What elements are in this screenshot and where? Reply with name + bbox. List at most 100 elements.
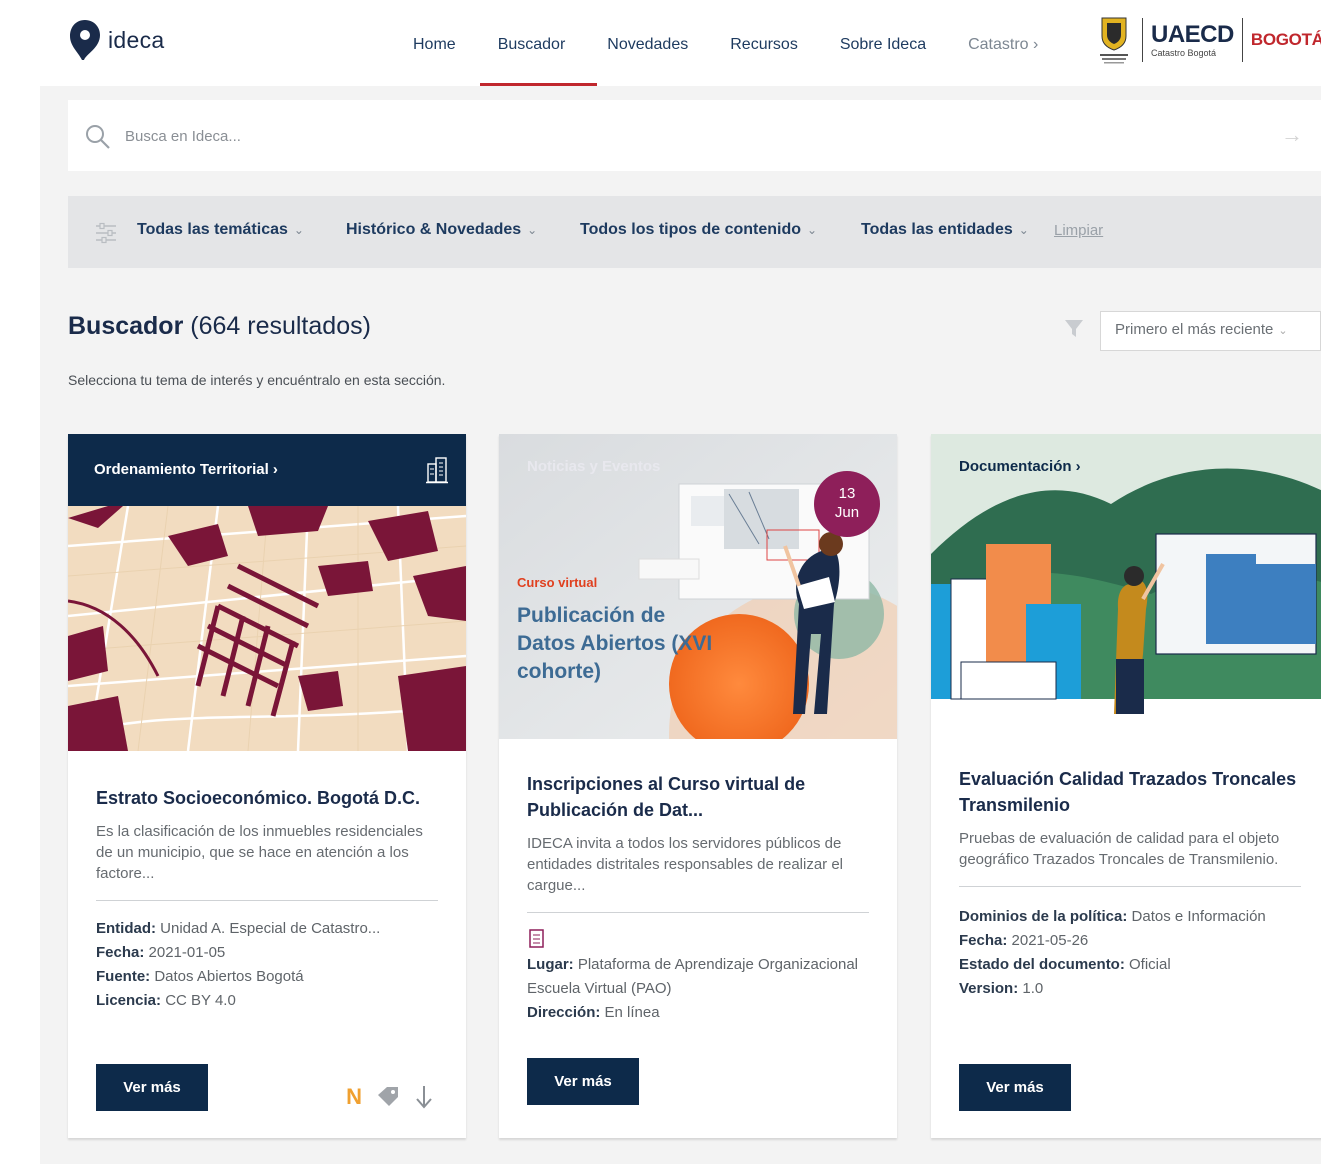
card-description: IDECA invita a todos los servidores públ… xyxy=(527,835,844,894)
result-card: Ordenamiento Territorial › Estrato Socio… xyxy=(68,434,466,1138)
meta-value: 2021-05-26 xyxy=(1011,932,1089,949)
results-count: (664 resultados) xyxy=(190,312,371,340)
meta-row: Dirección: En línea xyxy=(527,1001,869,1025)
meta-key: Estado del documento: xyxy=(959,956,1125,973)
document-icon xyxy=(529,929,544,948)
ideca-logo[interactable]: ideca xyxy=(68,18,164,62)
download-icon[interactable] xyxy=(414,1084,434,1110)
new-badge: N xyxy=(346,1084,362,1109)
card-title[interactable]: Evaluación Calidad Trazados Troncales Tr… xyxy=(959,766,1301,818)
meta-value: Unidad A. Especial de Catastro... xyxy=(160,920,381,937)
meta-value: Datos e Información xyxy=(1131,908,1266,925)
chevron-down-icon: ⌄ xyxy=(527,223,538,237)
card-category-link[interactable]: Ordenamiento Territorial › xyxy=(94,461,278,478)
page-title-main: Buscador xyxy=(68,312,184,340)
meta-value: CC BY 4.0 xyxy=(165,992,236,1009)
nav-recursos[interactable]: Recursos xyxy=(709,0,819,86)
card-divider xyxy=(96,900,438,901)
uaecd-subtitle: Catastro Bogotá xyxy=(1151,47,1217,58)
filter-historico-label: Histórico & Novedades xyxy=(346,221,522,238)
filter-tipos-label: Todos los tipos de contenido xyxy=(580,221,802,238)
ver-mas-button[interactable]: Ver más xyxy=(959,1064,1071,1111)
event-date-day: 13 xyxy=(838,485,856,502)
chevron-down-icon: ⌄ xyxy=(1018,223,1029,237)
nav-home[interactable]: Home xyxy=(392,0,477,86)
filter-sliders-icon xyxy=(96,222,116,244)
card-meta: Dominios de la política: Datos e Informa… xyxy=(959,905,1301,1001)
card-body: Inscripciones al Curso virtual de Public… xyxy=(527,771,869,1025)
top-header: ideca Home Buscador Novedades Recursos S… xyxy=(0,0,1321,86)
nav-novedades[interactable]: Novedades xyxy=(586,0,709,86)
main-nav: Home Buscador Novedades Recursos Sobre I… xyxy=(392,0,1059,86)
meta-value: 2021-01-05 xyxy=(148,944,226,961)
meta-row: Lugar: Plataforma de Aprendizaje Organiz… xyxy=(527,953,869,1001)
meta-row: Fecha: 2021-05-26 xyxy=(959,929,1301,953)
filter-entidades[interactable]: Todas las entidades ⌄ xyxy=(861,221,1029,239)
logo-divider xyxy=(1142,18,1143,62)
meta-key: Dominios de la política: xyxy=(959,908,1128,925)
page-title: Buscador (664 resultados) xyxy=(68,312,371,341)
meta-row: Entidad: Unidad A. Especial de Catastro.… xyxy=(96,917,438,941)
meta-key: Licencia: xyxy=(96,992,162,1009)
meta-key: Lugar: xyxy=(527,956,574,973)
card-category-label[interactable]: Noticias y Eventos xyxy=(527,458,660,475)
nav-sobre-ideca[interactable]: Sobre Ideca xyxy=(819,0,947,86)
filter-tipos-contenido[interactable]: Todos los tipos de contenido ⌄ xyxy=(580,221,817,239)
meta-key: Fecha: xyxy=(959,932,1008,949)
filter-tematicas[interactable]: Todas las temáticas ⌄ xyxy=(137,221,304,239)
card-actions: N xyxy=(346,1084,434,1110)
chevron-down-icon: ⌄ xyxy=(293,223,304,237)
meta-key: Fecha: xyxy=(96,944,145,961)
sort-select[interactable]: Primero el más reciente ⌄ xyxy=(1100,311,1321,351)
card-meta: Entidad: Unidad A. Especial de Catastro.… xyxy=(96,917,438,1013)
sort-select-value: Primero el más reciente xyxy=(1115,321,1274,338)
search-input[interactable] xyxy=(123,118,1227,154)
card-divider xyxy=(527,912,869,913)
coat-of-arms-icon xyxy=(1100,17,1128,64)
result-card: Documentación › Evaluación Calidad Traza… xyxy=(931,434,1321,1138)
search-submit-arrow-icon[interactable]: → xyxy=(1281,122,1303,148)
banner-course-type: Curso virtual xyxy=(517,575,598,590)
meta-value: En línea xyxy=(604,1004,660,1021)
documentation-illustration xyxy=(931,434,1321,739)
page-subtitle: Selecciona tu tema de interés y encuéntr… xyxy=(68,372,446,388)
ver-mas-button[interactable]: Ver más xyxy=(96,1064,208,1111)
tag-icon[interactable] xyxy=(376,1086,400,1108)
card-category-link[interactable]: Documentación › xyxy=(959,458,1081,475)
clear-filters-link[interactable]: Limpiar xyxy=(1054,222,1103,239)
meta-value: 1.0 xyxy=(1022,980,1044,997)
filter-entidades-label: Todas las entidades xyxy=(861,221,1013,238)
card-description: Pruebas de evaluación de calidad para el… xyxy=(959,830,1280,868)
meta-key: Version: xyxy=(959,980,1019,997)
card-body: Estrato Socioeconómico. Bogotá D.C. Es l… xyxy=(96,785,438,1013)
bogota-logo[interactable]: BOGOTÁ xyxy=(1251,30,1321,50)
main-content: → Todas las temáticas ⌄ Histórico & Noved… xyxy=(40,86,1321,1164)
meta-row: Fecha: 2021-01-05 xyxy=(96,941,438,965)
nav-catastro[interactable]: Catastro › xyxy=(947,0,1059,86)
meta-row: Estado del documento: Oficial xyxy=(959,953,1301,977)
card-description: Es la clasificación de los inmuebles res… xyxy=(96,823,423,882)
uaecd-logo[interactable]: UAECD Catastro Bogotá xyxy=(1151,22,1234,58)
meta-key: Fuente: xyxy=(96,968,151,985)
result-card: Noticias y Eventos 13 Jun Curso virtual … xyxy=(499,434,897,1138)
chevron-down-icon: ⌄ xyxy=(807,223,818,237)
chevron-down-icon: ⌄ xyxy=(1278,325,1288,337)
meta-row: Dominios de la política: Datos e Informa… xyxy=(959,905,1301,929)
search-icon xyxy=(86,125,110,149)
card-title[interactable]: Inscripciones al Curso virtual de Public… xyxy=(527,771,869,823)
nav-buscador[interactable]: Buscador xyxy=(477,0,587,86)
logo-divider-2 xyxy=(1241,18,1243,62)
meta-value: Datos Abiertos Bogotá xyxy=(154,968,304,985)
card-title[interactable]: Estrato Socioeconómico. Bogotá D.C. xyxy=(96,785,438,811)
meta-value: Oficial xyxy=(1129,956,1171,973)
meta-value: Plataforma de Aprendizaje Organizacional… xyxy=(527,956,859,997)
funnel-icon[interactable] xyxy=(1064,319,1084,339)
event-date-badge: 13 Jun xyxy=(814,471,880,537)
ver-mas-button[interactable]: Ver más xyxy=(527,1058,639,1105)
building-icon xyxy=(426,457,448,484)
card-category-bar: Ordenamiento Territorial › xyxy=(68,434,466,506)
banner-course-title: Publicación de Datos Abiertos (XVI cohor… xyxy=(517,604,713,683)
filter-historico[interactable]: Histórico & Novedades ⌄ xyxy=(346,221,537,239)
card-divider xyxy=(959,886,1301,887)
logo-text: ideca xyxy=(108,26,165,53)
